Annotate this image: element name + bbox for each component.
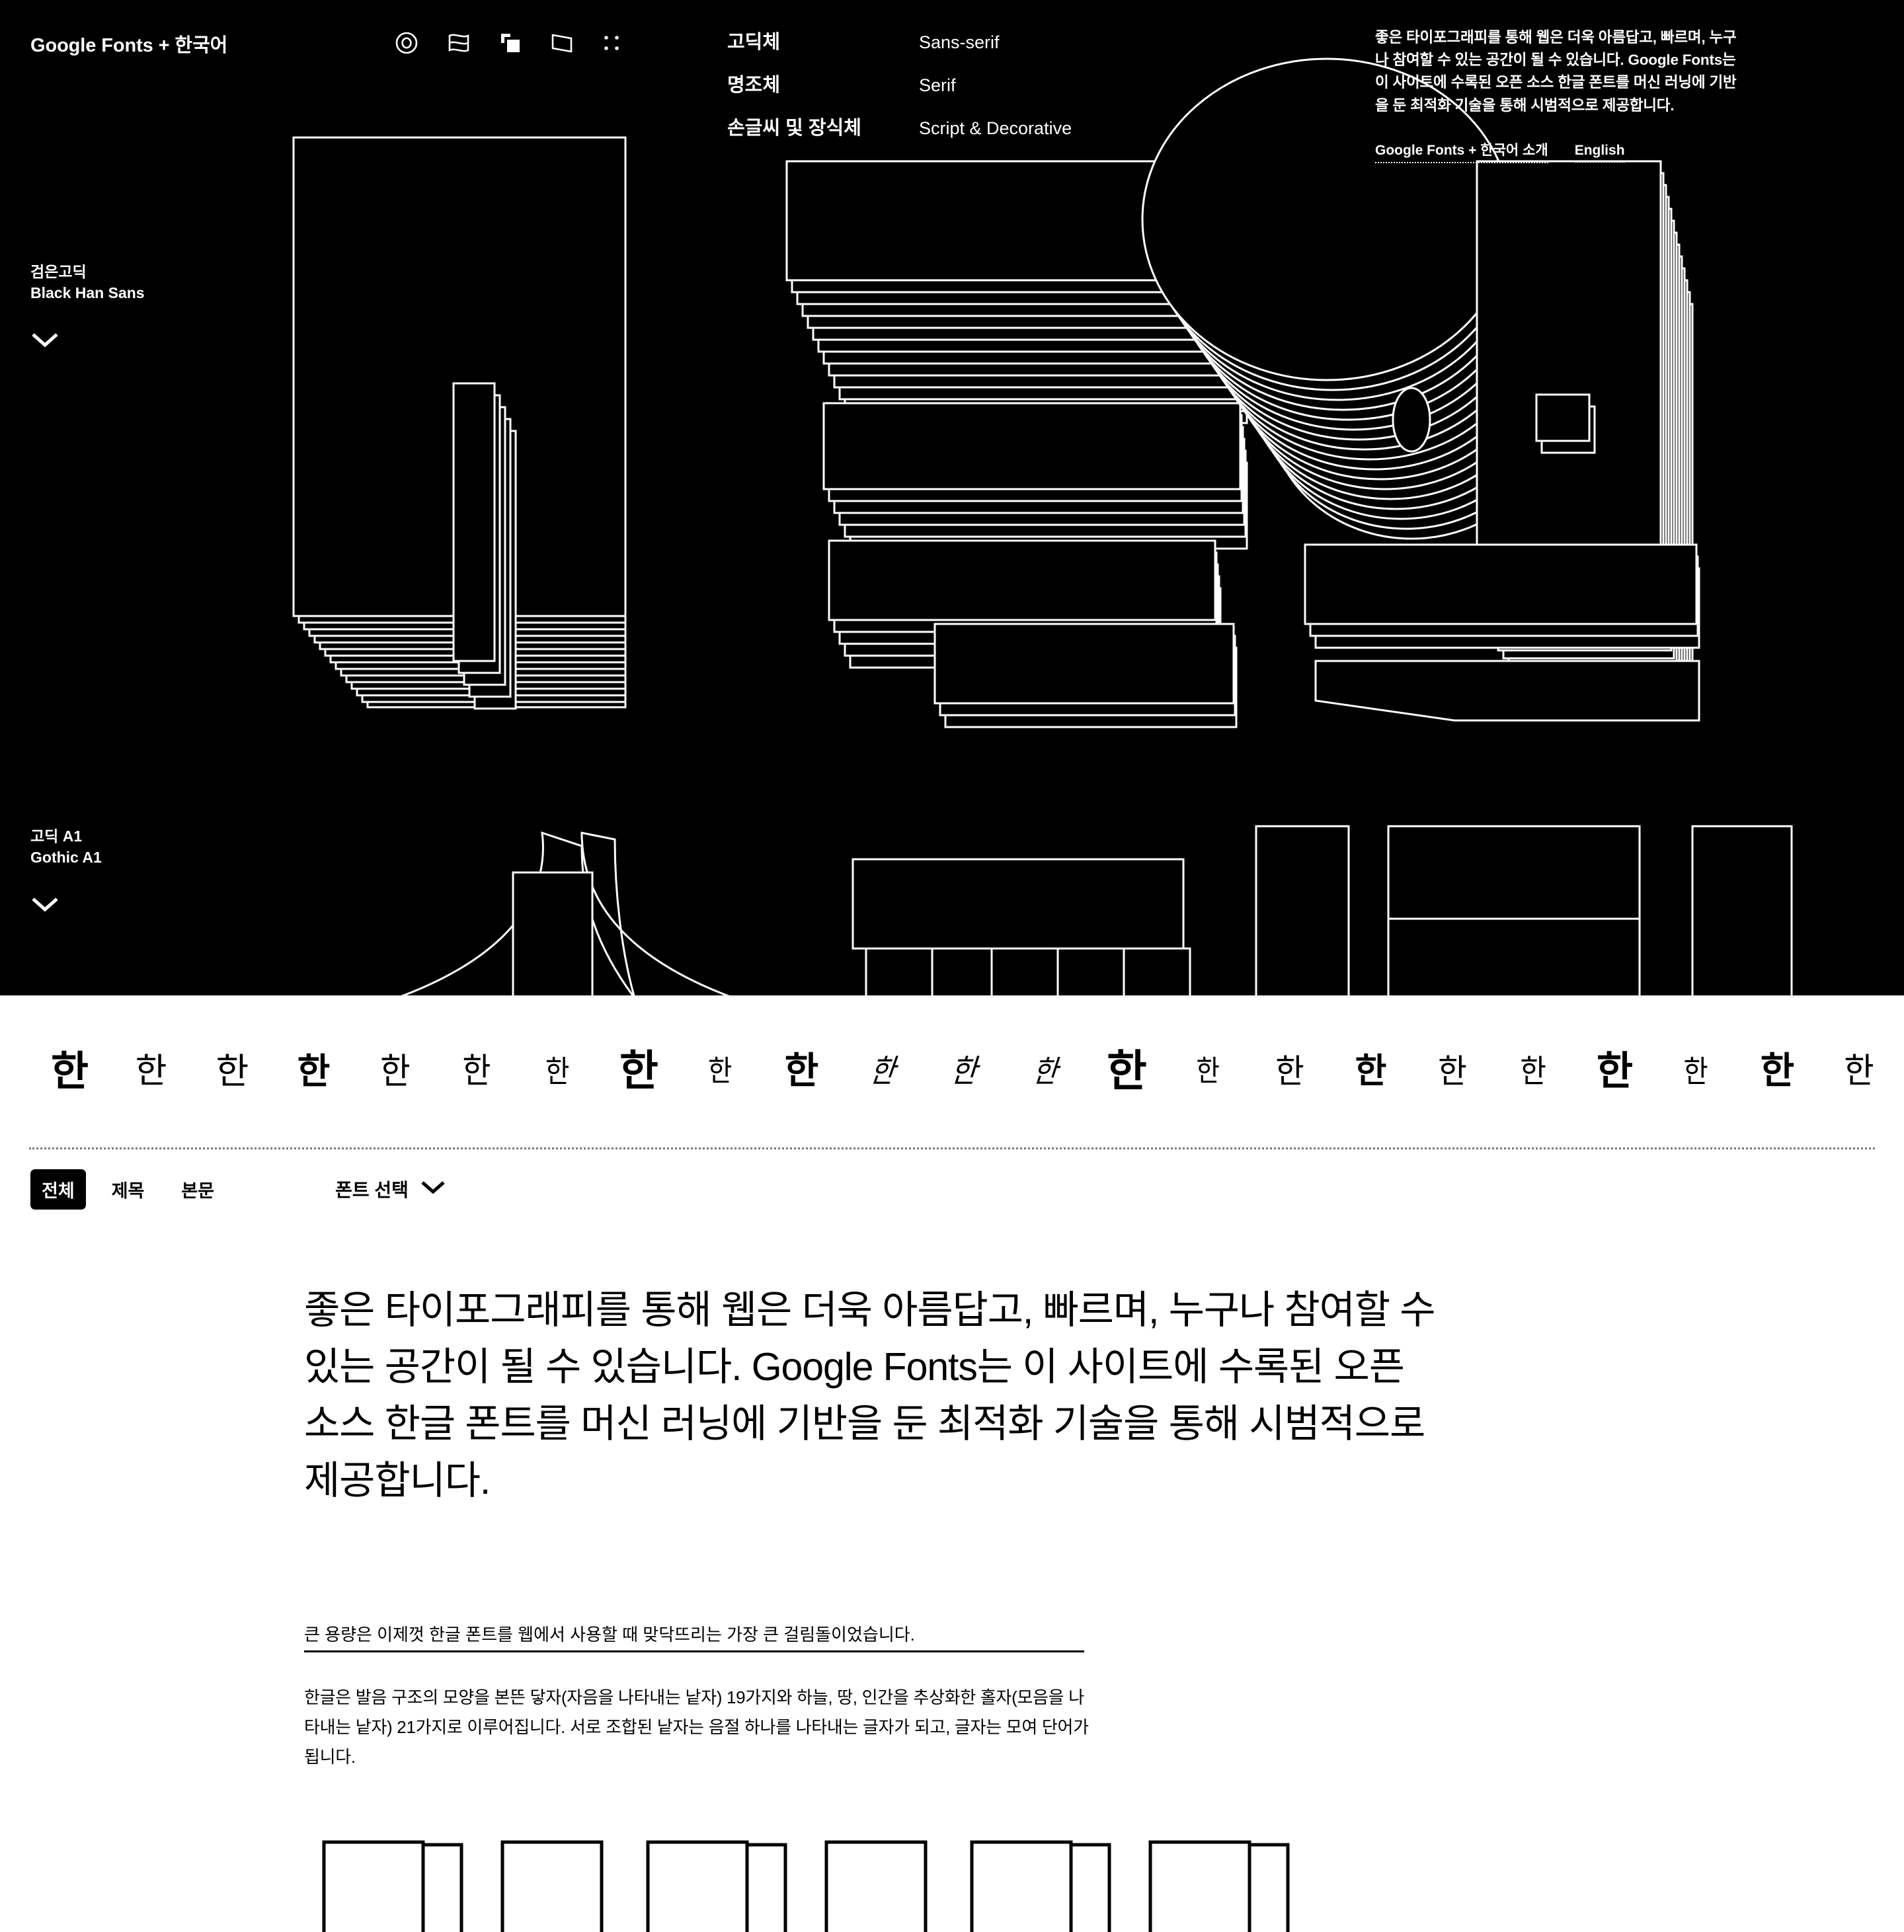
specimen-glyph: 한 [461, 1052, 491, 1091]
tab-body[interactable]: 본문 [170, 1169, 225, 1210]
specimen-glyph: 한 [1760, 1050, 1795, 1093]
category-sans-ko[interactable]: 고딕체 [727, 26, 919, 54]
specimen-char-0[interactable]: 한 [29, 1051, 110, 1092]
intro-link-row: Google Fonts + 한국어 소개 English [1375, 139, 1745, 163]
font-label-en: Black Han Sans [30, 284, 145, 301]
category-nav: 고딕체 Sans-serif 명조체 Serif 손글씨 및 장식체 Scrip… [727, 26, 1072, 140]
about-link[interactable]: Google Fonts + 한국어 소개 [1375, 139, 1548, 163]
category-sans-en[interactable]: Sans-serif [919, 32, 1072, 53]
specimen-glyph: 한 [1520, 1053, 1547, 1090]
specimen-char-11[interactable]: 한 [924, 1053, 1005, 1090]
specimen-char-15[interactable]: 한 [1249, 1055, 1330, 1088]
tab-display[interactable]: 제목 [100, 1169, 156, 1210]
specimen-glyph: 한 [784, 1050, 819, 1093]
chevron-down-icon[interactable] [420, 1179, 446, 1200]
specimen-char-9[interactable]: 한 [761, 1053, 842, 1090]
specimen-char-18[interactable]: 한 [1493, 1056, 1574, 1087]
specimen-glyph: 한 [1031, 1054, 1060, 1089]
specimen-char-5[interactable]: 한 [436, 1054, 517, 1089]
layers-icon[interactable] [500, 32, 521, 57]
specimen-char-13[interactable]: 한 [1086, 1050, 1168, 1093]
specimen-glyph: 한 [867, 1053, 898, 1090]
specimen-glyph: 한 [1683, 1054, 1709, 1089]
specimen-glyph: 한 [1355, 1052, 1387, 1091]
font-label-en: Gothic A1 [30, 848, 102, 866]
target-icon[interactable] [395, 32, 418, 58]
specimen-glyph: 한 [545, 1054, 570, 1089]
filter-bar: 전체 제목 본문 폰트 선택 [0, 1149, 1904, 1229]
brand-title[interactable]: Google Fonts + 한국어 [30, 30, 227, 58]
font-select-label: 폰트 선택 [335, 1180, 409, 1200]
specimen-char-3[interactable]: 한 [273, 1054, 354, 1089]
specimen-char-2[interactable]: 한 [192, 1054, 273, 1089]
specimen-glyph: 한 [297, 1050, 331, 1092]
hero-section: Google Fonts + 한국어 고딕체 Sans-serif 명조체 Se… [0, 0, 1904, 995]
specimen-char-20[interactable]: 한 [1655, 1056, 1737, 1087]
specimen-glyph: 한 [1196, 1054, 1220, 1088]
specimen-char-16[interactable]: 한 [1330, 1054, 1411, 1089]
specimen-strip: 한한한한한한한한한한한한한한한한한한한한한한한 [0, 995, 1904, 1147]
hero-font-label-black-han-sans[interactable]: 검은고딕 Black Han Sans [30, 262, 145, 352]
specimen-char-21[interactable]: 한 [1737, 1053, 1818, 1090]
header-icon-row [395, 32, 620, 58]
specimen-char-14[interactable]: 한 [1168, 1057, 1249, 1086]
specimen-row: 한한한한한한한한한한한한한한한한한한한한한한한 [29, 995, 1899, 1147]
lead-paragraph: 좋은 타이포그래피를 통해 웹은 더욱 아름답고, 빠르며, 누구나 참여할 수… [304, 1288, 1436, 1503]
specimen-glyph: 한 [1275, 1052, 1304, 1091]
specimen-glyph: 한 [50, 1047, 89, 1095]
specimen-char-12[interactable]: 한 [1005, 1054, 1086, 1089]
specimen-char-19[interactable]: 한 [1574, 1052, 1655, 1091]
specimen-char-8[interactable]: 한 [680, 1057, 761, 1086]
specimen-glyph: 한 [379, 1050, 411, 1092]
specimen-glyph: 한 [135, 1052, 167, 1091]
category-script-en[interactable]: Script & Decorative [919, 118, 1072, 139]
intro-paragraph: 좋은 타이포그래피를 통해 웹은 더욱 아름답고, 빠르며, 누구나 참여할 수… [1375, 29, 1737, 114]
wave-flag-icon[interactable] [447, 32, 471, 57]
sub-body-paragraph: 한글은 발음 구조의 모양을 본뜬 닿자(자음을 나타내는 낱자) 19가지와 … [304, 1687, 1089, 1767]
font-select-dropdown[interactable]: 폰트 선택 [335, 1176, 446, 1202]
intro-block: 좋은 타이포그래피를 통해 웹은 더욱 아름답고, 빠르며, 누구나 참여할 수… [1375, 26, 1745, 163]
category-script-ko[interactable]: 손글씨 및 장식체 [727, 112, 919, 140]
specimen-char-17[interactable]: 한 [1411, 1055, 1493, 1088]
category-serif-en[interactable]: Serif [919, 75, 1072, 96]
specimen-glyph: 한 [1437, 1052, 1467, 1091]
chevron-down-icon[interactable] [30, 896, 102, 916]
specimen-glyph: 한 [216, 1050, 249, 1092]
specimen-glyph: 한 [949, 1053, 979, 1090]
perspective-icon[interactable] [550, 32, 574, 57]
grid-dots-icon[interactable] [603, 34, 620, 55]
chevron-down-icon[interactable] [30, 331, 145, 352]
specimen-glyph: 한 [1843, 1052, 1874, 1091]
specimen-char-4[interactable]: 한 [354, 1054, 436, 1089]
specimen-glyph: 한 [1596, 1048, 1634, 1095]
main-content: 좋은 타이포그래피를 통해 웹은 더욱 아름답고, 빠르며, 누구나 참여할 수… [0, 1282, 1904, 1932]
specimen-glyph: 한 [1107, 1046, 1147, 1097]
specimen-char-6[interactable]: 한 [517, 1056, 598, 1087]
specimen-char-1[interactable]: 한 [110, 1054, 192, 1089]
specimen-char-10[interactable]: 한 [842, 1053, 924, 1090]
specimen-glyph: 한 [708, 1054, 733, 1088]
category-serif-ko[interactable]: 명조체 [727, 69, 919, 97]
specimen-glyph: 한 [619, 1047, 658, 1096]
hero-font-label-gothic-a1[interactable]: 고딕 A1 Gothic A1 [30, 826, 102, 916]
glyph-outline-row [304, 1833, 1825, 1932]
specimen-char-22[interactable]: 한 [1818, 1054, 1899, 1089]
tab-all[interactable]: 전체 [30, 1169, 86, 1210]
font-label-ko: 고딕 A1 [30, 828, 83, 845]
sub-heading: 큰 용량은 이제껏 한글 폰트를 웹에서 사용할 때 맞닥뜨리는 가장 큰 걸림… [304, 1622, 1084, 1652]
english-link[interactable]: English [1574, 143, 1625, 163]
font-label-ko: 검은고딕 [30, 263, 87, 280]
specimen-char-7[interactable]: 한 [598, 1050, 680, 1093]
